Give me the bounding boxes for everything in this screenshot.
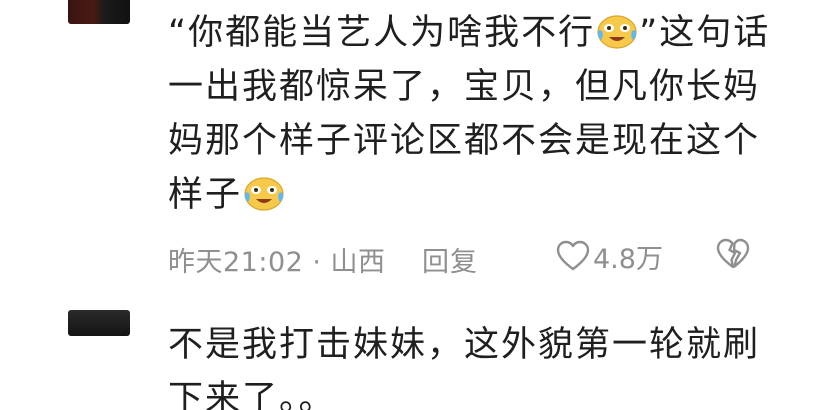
comment-line: 样子 bbox=[168, 168, 748, 222]
reply-button[interactable]: 回复 bbox=[422, 240, 478, 279]
comment-feed: “你都能当艺人为啥我不行 ”这句话 一出我都惊呆了，宝贝，但凡你长妈 妈那个样子评… bbox=[0, 0, 828, 410]
comment-text: “你都能当艺人为啥我不行 ”这句话 一出我都惊呆了，宝贝，但凡你长妈 妈那个样子评… bbox=[168, 6, 771, 222]
crying-laughing-emoji-icon bbox=[243, 174, 285, 212]
like-button[interactable]: 4.8万 bbox=[556, 234, 663, 278]
comment-line: 不是我打击妹妹，这外貌第一轮就刷 bbox=[168, 325, 761, 365]
comment-line: 下来了。。 bbox=[168, 379, 336, 410]
comment-text: 不是我打击妹妹，这外貌第一轮就刷 下来了。。 bbox=[168, 318, 761, 410]
broken-heart-icon bbox=[716, 238, 750, 269]
avatar[interactable] bbox=[68, 0, 130, 24]
timestamp-location: 昨天21:02 · 山西 bbox=[168, 247, 386, 278]
heart-outline-icon bbox=[556, 240, 590, 271]
comment-line: “你都能当艺人为啥我不行 ”这句话 bbox=[168, 12, 771, 53]
avatar[interactable] bbox=[68, 310, 130, 336]
crying-laughing-emoji-icon bbox=[596, 12, 638, 50]
like-count: 4.8万 bbox=[593, 243, 663, 275]
comment-line: 妈那个样子评论区都不会是现在这个 bbox=[168, 121, 761, 161]
comment-meta: 昨天21:02 · 山西 回复 4.8万 bbox=[168, 234, 758, 278]
dislike-button[interactable] bbox=[716, 238, 750, 277]
comment-line: 一出我都惊呆了，宝贝，但凡你长妈 bbox=[168, 67, 761, 107]
